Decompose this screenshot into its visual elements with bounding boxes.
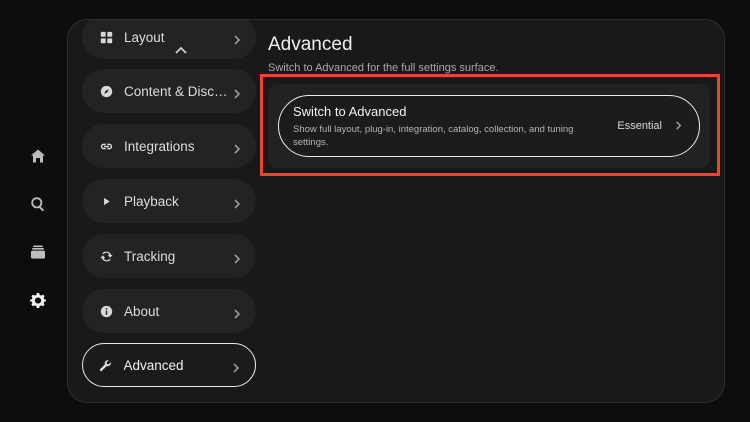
chevron-right-icon bbox=[232, 32, 242, 45]
scroll-up-button[interactable] bbox=[174, 42, 188, 54]
chevron-right-icon bbox=[232, 196, 242, 209]
settings-card: Switch to Advanced Show full layout, plu… bbox=[268, 84, 710, 168]
sidebar-item-integrations[interactable]: Integrations bbox=[82, 124, 256, 168]
sidebar-item-label: Content & Discovery bbox=[124, 83, 232, 99]
switch-to-advanced-row[interactable]: Switch to Advanced Show full layout, plu… bbox=[278, 95, 700, 157]
chevron-right-icon bbox=[674, 117, 683, 135]
sidebar-item-layout[interactable]: Layout bbox=[82, 20, 256, 59]
sidebar-item-label: Advanced bbox=[123, 357, 184, 373]
compass-icon bbox=[98, 83, 114, 99]
page-subtitle: Switch to Advanced for the full settings… bbox=[268, 62, 499, 74]
sidebar-item-content-discovery[interactable]: Content & Discovery bbox=[82, 69, 256, 113]
chevron-right-icon bbox=[232, 141, 242, 154]
chevron-right-icon bbox=[232, 306, 242, 319]
grid-icon bbox=[98, 29, 114, 45]
setting-title: Switch to Advanced bbox=[293, 103, 407, 119]
setting-description: Show full layout, plug-in, integration, … bbox=[293, 123, 574, 148]
chevron-up-icon bbox=[175, 46, 187, 54]
settings-panel: Layout Content & Discovery Integrations … bbox=[67, 19, 725, 403]
page-title: Advanced bbox=[268, 34, 353, 55]
search-button[interactable] bbox=[22, 188, 54, 220]
home-button[interactable] bbox=[22, 140, 54, 172]
settings-button[interactable] bbox=[22, 284, 54, 316]
wrench-icon bbox=[98, 357, 114, 373]
sidebar-item-label: Integrations bbox=[124, 138, 195, 154]
library-button[interactable] bbox=[22, 236, 54, 268]
library-icon bbox=[31, 245, 45, 259]
gear-icon bbox=[30, 292, 46, 308]
settings-sidebar: Layout Content & Discovery Integrations … bbox=[82, 20, 256, 402]
sidebar-item-playback[interactable]: Playback bbox=[82, 179, 256, 223]
sidebar-item-advanced[interactable]: Advanced bbox=[82, 343, 256, 387]
sync-icon bbox=[98, 248, 114, 264]
home-icon bbox=[31, 149, 45, 163]
sidebar-item-label: About bbox=[124, 303, 160, 319]
row-text: Switch to Advanced Show full layout, plu… bbox=[293, 104, 617, 149]
chevron-right-icon bbox=[232, 251, 242, 264]
info-icon bbox=[98, 303, 114, 319]
nav-rail bbox=[22, 140, 54, 332]
sidebar-item-label: Playback bbox=[124, 193, 179, 209]
setting-value: Essential bbox=[617, 120, 662, 132]
chevron-right-icon bbox=[232, 86, 242, 99]
search-icon bbox=[31, 197, 45, 212]
play-icon bbox=[98, 193, 114, 209]
sidebar-item-about[interactable]: About bbox=[82, 289, 256, 333]
sidebar-item-label: Tracking bbox=[124, 248, 176, 264]
sidebar-item-tracking[interactable]: Tracking bbox=[82, 234, 256, 278]
link-icon bbox=[98, 138, 114, 154]
settings-content: Advanced Switch to Advanced for the full… bbox=[268, 34, 718, 168]
chevron-right-icon bbox=[231, 360, 241, 373]
